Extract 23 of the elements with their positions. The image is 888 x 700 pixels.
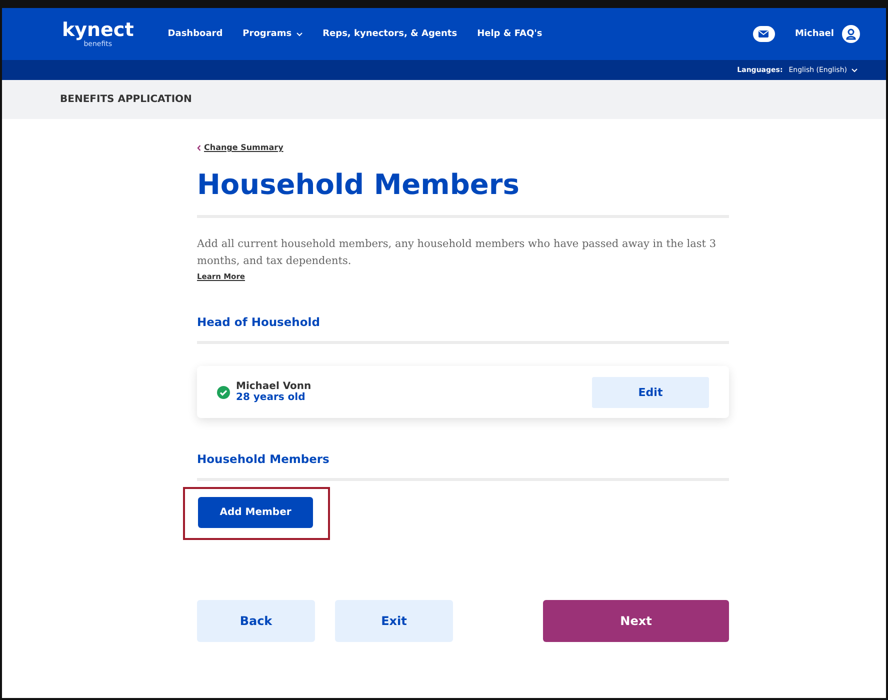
back-link[interactable]: Change Summary [197,143,284,152]
page-title: BENEFITS APPLICATION [60,94,192,105]
footer-button[interactable]: Next [543,600,729,642]
user-avatar-icon[interactable] [842,25,860,43]
footer-button[interactable]: Back [197,600,315,642]
section-heading: Household Members [197,452,330,466]
logo-text[interactable]: kynect [62,20,134,40]
member-name: Michael Vonn [236,381,312,392]
chevron-down-icon [851,68,858,72]
footer-button[interactable]: Exit [335,600,453,642]
heading: Household Members [197,168,520,201]
nav-link[interactable]: Help & FAQ's [477,29,542,39]
section-heading: Head of Household [197,315,321,329]
mail-icon[interactable] [752,26,775,42]
user-name[interactable]: Michael [794,29,834,39]
nav-link[interactable]: Dashboard [168,29,223,39]
nav-link[interactable]: Programs [242,29,303,39]
edit-button[interactable]: Edit [592,376,709,408]
nav-link[interactable]: Reps, kynectors, & Agents [322,29,458,39]
member-age: 28 years old [236,392,306,403]
intro-text: Add all current household members, any household members who have passed away in the last 3 months, and tax dependents. [197,237,717,269]
chevron-left-icon [197,144,201,150]
add-member-button[interactable]: Add Member [198,497,313,528]
